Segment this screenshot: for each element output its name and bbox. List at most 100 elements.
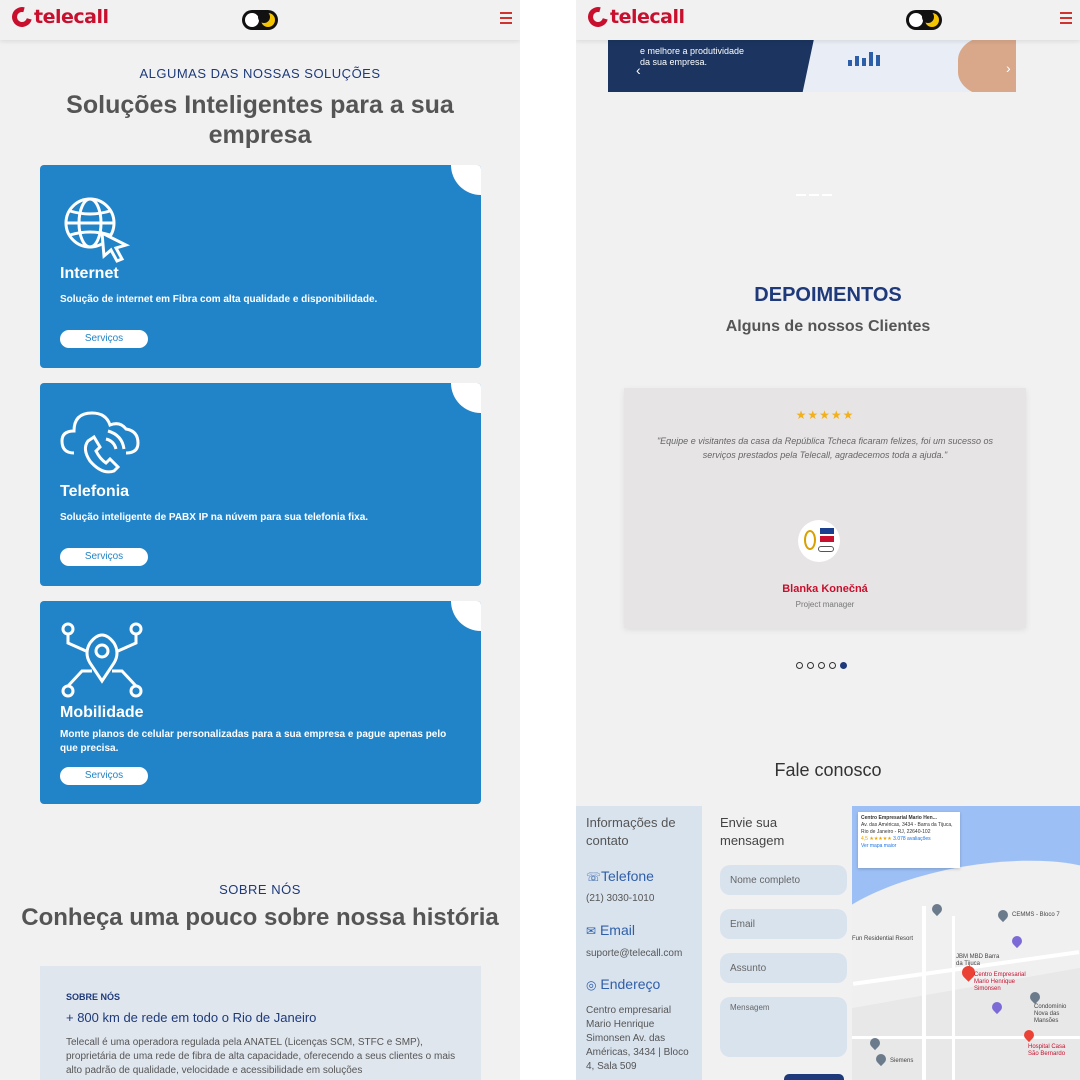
card-title: Telefonia <box>60 483 130 500</box>
mobilidade-services-button[interactable]: Serviços <box>60 767 148 785</box>
map-label: Siemens <box>890 1058 914 1064</box>
address-value: Centro empresarial Mario Henrique Simons… <box>586 1005 689 1072</box>
map-address: Av. das Américas, 3434 - Barra da Tijuca… <box>861 822 953 835</box>
solution-card-internet: Internet Solução de internet em Fibra co… <box>40 165 481 368</box>
testimonials-title: DEPOIMENTOS <box>754 284 902 306</box>
testimonial-author: Blanka Konečná <box>782 583 868 595</box>
map-pin-icon[interactable] <box>989 999 1005 1015</box>
carousel-dot[interactable] <box>796 662 803 669</box>
brand-name: telecall <box>34 6 109 28</box>
phone-value[interactable]: (21) 3030-1010 <box>586 893 654 904</box>
telecall-logo[interactable]: telecall <box>584 3 685 31</box>
larger-map-link[interactable]: Ver mapa maior <box>861 843 957 850</box>
brand-name: telecall <box>610 6 685 28</box>
chevron-right-icon[interactable]: › <box>1006 60 1011 76</box>
subject-input[interactable]: Assunto <box>720 953 847 983</box>
top-nav: telecall <box>0 0 520 40</box>
contact-info-title: Informações de contato <box>586 815 676 848</box>
form-title: Envie sua mensagem <box>720 815 785 848</box>
top-nav: telecall <box>576 0 1080 40</box>
map-label: CEMMS - Bloco 7 <box>1012 912 1060 918</box>
map-pin-icon[interactable] <box>873 1051 889 1067</box>
mail-icon: ✉ <box>586 924 597 938</box>
solutions-eyebrow: ALGUMAS DAS NOSSAS SOLUÇÕES <box>139 66 381 81</box>
card-corner <box>451 601 481 631</box>
address-label: ◎ Endereço <box>586 976 661 992</box>
contact-info: Informações de contato ☏Telefone (21) 30… <box>576 806 702 1080</box>
map-label: JBM MBD Barra da Tijuca <box>956 954 1000 967</box>
carousel-dot-active[interactable] <box>840 662 847 669</box>
about-heading: Conheça uma pouco sobre nossa história <box>21 904 499 931</box>
card-description: Solução de internet em Fibra com alta qu… <box>60 294 378 305</box>
sun-icon <box>909 13 923 27</box>
card-title: Mobilidade <box>60 704 144 721</box>
solutions-heading: Soluções Inteligentes para a sua empresa <box>66 91 454 149</box>
telecall-logo-icon <box>8 3 36 31</box>
map-rating: 4,5 ★★★★★ <box>861 836 892 842</box>
chart-graphic <box>848 52 880 66</box>
rating-stars: ★★★★★ <box>795 408 855 422</box>
testimonial-pagination[interactable] <box>796 662 847 669</box>
telecall-logo[interactable]: telecall <box>8 3 109 31</box>
theme-toggle[interactable] <box>906 10 942 30</box>
carousel-dot[interactable] <box>818 662 825 669</box>
card-corner <box>451 165 481 195</box>
send-button[interactable] <box>784 1074 844 1080</box>
right-screen: telecall e melhore a produtividade da su… <box>576 0 1080 1080</box>
map-road <box>922 906 926 1080</box>
left-screen: telecall ALGUMAS DAS NOSSAS SOLUÇÕES Sol… <box>0 0 520 1080</box>
carousel-dot[interactable] <box>829 662 836 669</box>
message-textarea[interactable]: Mensagem <box>720 997 847 1057</box>
about-card: SOBRE NÓS + 800 km de rede em todo o Rio… <box>40 966 481 1080</box>
map-label: Centro Empresarial Mario Henrique Simons… <box>974 972 1026 992</box>
map-label: Hospital Casa São Bernardo <box>1028 1044 1066 1057</box>
contact-title: Fale conosco <box>774 760 882 780</box>
hero-banner: e melhore a produtividade da sua empresa… <box>608 40 1016 92</box>
testimonial-card: ★★★★★ "Equipe e visitantes da casa da Re… <box>624 388 1026 628</box>
map-road <box>952 916 955 1080</box>
moon-icon <box>258 11 275 27</box>
about-card-label: SOBRE NÓS <box>66 992 121 1002</box>
solution-card-telefonia: Telefonia Solução inteligente de PABX IP… <box>40 383 481 586</box>
chevron-left-icon[interactable]: ‹ <box>636 62 641 78</box>
map-road <box>852 1036 1080 1039</box>
avatar <box>798 520 840 562</box>
banner-text: e melhore a produtividade da sua empresa… <box>640 46 745 67</box>
location-map[interactable]: Centro Empresarial Mario Hen... Av. das … <box>852 806 1080 1080</box>
map-info-box: Centro Empresarial Mario Hen... Av. das … <box>858 812 960 868</box>
map-label: Fun Residential Resort <box>852 936 914 942</box>
theme-toggle[interactable] <box>242 10 278 30</box>
banner-pagination[interactable] <box>796 194 832 196</box>
carousel-dot[interactable] <box>807 662 814 669</box>
solution-card-mobilidade: Mobilidade Monte planos de celular perso… <box>40 601 481 804</box>
map-pin-icon[interactable] <box>1021 1027 1037 1043</box>
telefonia-services-button[interactable]: Serviços <box>60 548 148 566</box>
email-label: ✉ Email <box>586 922 635 938</box>
map-reviews-link[interactable]: 3.078 avaliações <box>893 836 931 842</box>
hamburger-menu-icon[interactable] <box>1060 12 1072 27</box>
contact-form: Envie sua mensagem Nome completo Email A… <box>702 806 852 1080</box>
globe-cursor-icon <box>60 193 132 270</box>
card-corner <box>451 383 481 413</box>
email-input[interactable]: Email <box>720 909 847 939</box>
card-description: Monte planos de celular personalizadas p… <box>60 729 447 754</box>
name-input[interactable]: Nome completo <box>720 865 847 895</box>
about-eyebrow: SOBRE NÓS <box>219 882 301 897</box>
email-value[interactable]: suporte@telecall.com <box>586 948 682 959</box>
testimonial-role: Project manager <box>795 600 855 609</box>
testimonials-subtitle: Alguns de nossos Clientes <box>725 318 931 335</box>
about-card-body: Telecall é uma operadora regulada pela A… <box>66 1037 456 1076</box>
card-description: Solução inteligente de PABX IP na núvem … <box>60 512 369 523</box>
hamburger-menu-icon[interactable] <box>500 12 512 27</box>
testimonial-quote: "Equipe e visitantes da casa da Repúblic… <box>656 436 994 460</box>
phone-label: ☏Telefone <box>586 868 654 884</box>
phone-icon: ☏ <box>586 870 602 884</box>
map-label: Condomínio Nova das Mansões <box>1034 1004 1067 1024</box>
sun-icon <box>245 13 259 27</box>
location-network-icon <box>60 619 144 704</box>
moon-icon <box>922 11 939 27</box>
cloud-phone-icon <box>60 403 140 482</box>
telecall-logo-icon <box>584 3 612 31</box>
internet-services-button[interactable]: Serviços <box>60 330 148 348</box>
about-card-headline: + 800 km de rede em todo o Rio de Janeir… <box>66 1010 317 1025</box>
